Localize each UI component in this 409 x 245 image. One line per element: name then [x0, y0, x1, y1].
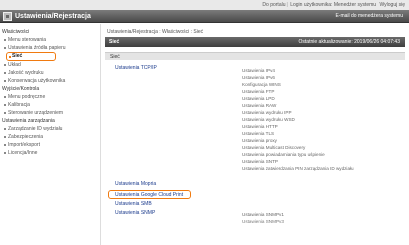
- bullet-icon: [4, 144, 6, 146]
- bullet-icon: [4, 64, 6, 66]
- sidebar-section-properties: Właściwości: [2, 29, 30, 35]
- sidebar-section-management: Ustawienia zarządzania: [2, 118, 55, 124]
- sidebar-item-license[interactable]: Licencja/Inne: [0, 149, 100, 157]
- app-title: Ustawienia/Rejestracja: [15, 13, 91, 20]
- tcpip-tls: Ustawienia TLS: [242, 131, 275, 136]
- bullet-icon: [4, 112, 6, 114]
- bullet-icon: [9, 56, 11, 58]
- bullet-icon: [4, 104, 6, 106]
- user-login-label: Login użytkownika: Menedżer systemu: [290, 2, 377, 8]
- bullet-icon: [4, 72, 6, 74]
- page-title-bar: Sieć Ostatnie aktualizowanie: 2019/06/26…: [105, 37, 405, 47]
- sidebar-item-network[interactable]: Sieć: [0, 52, 100, 61]
- sidebar-item-device-control[interactable]: Sterowanie urządzeniem: [0, 109, 100, 117]
- tcpip-ipv4: Ustawienia IPv4: [242, 68, 275, 73]
- top-links: Do portalu| Login użytkownika: Menedżer …: [262, 2, 405, 8]
- section-title: Sieć: [110, 54, 120, 60]
- bullet-icon: [4, 39, 6, 41]
- tcpip-sleep-notify: Ustawienia powiadamiania typu uśpienie: [242, 152, 325, 157]
- sidebar: Właściwości Menu sterowania Ustawienia ź…: [0, 24, 100, 245]
- mopria-settings-link[interactable]: Ustawienia Mopria: [115, 181, 156, 187]
- tcpip-wins: Konfiguracja WINS: [242, 82, 281, 87]
- tcpip-proxy: Ustawienia proxy: [242, 138, 277, 143]
- sidebar-item-paper-source[interactable]: Ustawienia źródła papieru: [0, 44, 100, 52]
- sidebar-item-label: Sieć: [12, 53, 23, 59]
- tcpip-ipp: Ustawienia wydruku IPP: [242, 110, 292, 115]
- logout-link[interactable]: Wyloguj się: [379, 2, 405, 8]
- breadcrumb: Ustawienia/Rejestracja : Właściwości : S…: [107, 29, 204, 35]
- header-bar: Ustawienia/Rejestracja E-mail do menedże…: [0, 10, 409, 23]
- sidebar-item-quick-menu[interactable]: Menu podręczne: [0, 93, 100, 101]
- bullet-icon: [4, 152, 6, 154]
- sidebar-item-layout[interactable]: Układ: [0, 61, 100, 69]
- bullet-icon: [4, 80, 6, 82]
- sidebar-item-user-maintenance[interactable]: Konserwacja użytkownika: [0, 77, 100, 85]
- mail-admin-link[interactable]: E-mail do menedżera systemu: [335, 13, 403, 20]
- sidebar-item-control-menu[interactable]: Menu sterowania: [0, 36, 100, 44]
- tcpip-dept-pin: Ustawienia zatwierdzania PIN zarządzania…: [242, 166, 354, 171]
- sidebar-item-import-export[interactable]: Import/eksport: [0, 141, 100, 149]
- bullet-icon: [4, 136, 6, 138]
- sidebar-item-security[interactable]: Zabezpieczenia: [0, 133, 100, 141]
- bottom-fade: [101, 219, 406, 245]
- snmp-v1: Ustawienia SNMPv1: [242, 212, 284, 217]
- tcpip-settings-link[interactable]: Ustawienia TCP/IP: [115, 65, 157, 71]
- tcpip-multicast: Ustawienia Multicast Discovery: [242, 145, 306, 150]
- section-header-network: Sieć: [105, 52, 405, 60]
- top-utility-bar: Do portalu| Login użytkownika: Menedżer …: [0, 0, 409, 10]
- sidebar-item-department-id[interactable]: Zarządzanie ID wydziału: [0, 125, 100, 133]
- google-cloud-print-settings-link[interactable]: Ustawienia Google Cloud Print: [115, 191, 183, 199]
- sidebar-item-calibration[interactable]: Kalibracja: [0, 101, 100, 109]
- tcpip-http: Ustawienia HTTP: [242, 124, 278, 129]
- portal-link[interactable]: Do portalu: [262, 2, 285, 8]
- tcpip-sntp: Ustawienia SNTP: [242, 159, 278, 164]
- settings-logo-icon: [3, 12, 12, 21]
- bottom-fade: [0, 219, 100, 245]
- smb-settings-link[interactable]: Ustawienia SMB: [115, 201, 152, 207]
- bullet-icon: [4, 96, 6, 98]
- tcpip-ftp: Ustawienia FTP: [242, 89, 275, 94]
- tcpip-wsd: Ustawienia wydruku WSD: [242, 117, 295, 122]
- main-content: Ustawienia/Rejestracja : Właściwości : S…: [101, 24, 406, 245]
- sidebar-item-print-quality[interactable]: Jakość wydruku: [0, 69, 100, 77]
- page-title: Sieć: [109, 39, 120, 45]
- sidebar-section-output: Wyjście/Kontrola: [2, 86, 40, 92]
- tcpip-raw: Ustawienia RAW: [242, 103, 277, 108]
- bullet-icon: [4, 47, 6, 49]
- tcpip-lpd: Ustawienia LPD: [242, 96, 275, 101]
- tcpip-ipv6: Ustawienia IPv6: [242, 75, 275, 80]
- snmp-settings-link[interactable]: Ustawienia SNMP: [115, 210, 155, 216]
- bullet-icon: [4, 128, 6, 130]
- last-updated: Ostatnie aktualizowanie: 2019/06/26 04:0…: [298, 39, 400, 45]
